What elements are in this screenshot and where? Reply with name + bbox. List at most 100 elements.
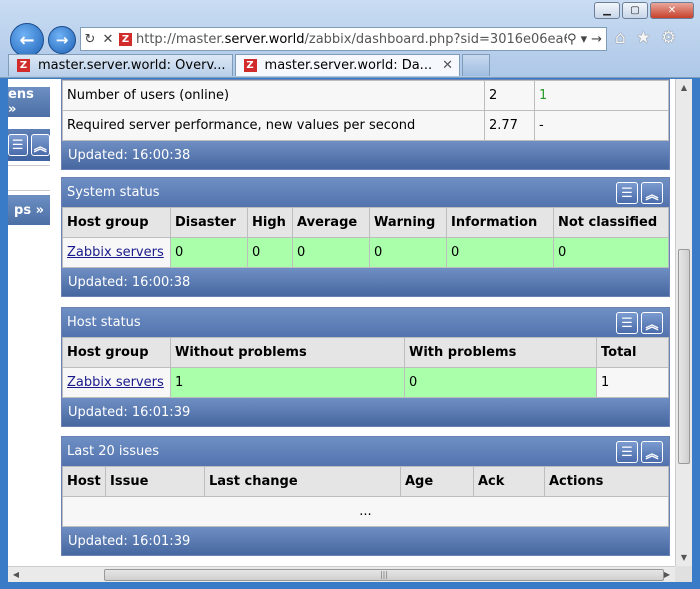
collapse-icon[interactable]: ︽ — [641, 182, 663, 204]
column-header: Age — [400, 466, 474, 497]
info-extra: 1 — [534, 80, 669, 111]
table-row: Number of users (online) 2 1 — [62, 80, 669, 111]
column-header: Warning — [369, 207, 447, 238]
widget-header: Last 20 issues ☰ ︽ — [62, 437, 669, 466]
widget-title: Last 20 issues — [67, 444, 160, 459]
toolbar-icons: ⌂ ★ ⚙ — [615, 28, 676, 48]
home-icon[interactable]: ⌂ — [615, 28, 626, 48]
tab-label: master.server.world: Da... — [264, 58, 433, 73]
last-issues-table: Host Issue Last change Age Ack Actions .… — [62, 466, 669, 527]
vertical-scroll-thumb[interactable] — [678, 249, 690, 464]
system-status-widget: System status ☰ ︽ Host group Disaster Hi… — [61, 177, 670, 297]
sidebar-tab-label: ens » — [8, 87, 34, 117]
horizontal-scrollbar[interactable]: ◀ ||| ▶ — [8, 566, 675, 582]
host-group-cell: Zabbix servers — [62, 367, 171, 398]
column-header: Average — [292, 207, 370, 238]
high-count: 0 — [247, 237, 293, 268]
table-row: Zabbix servers 1 0 1 — [62, 367, 669, 398]
scroll-down-arrow-icon[interactable]: ▼ — [676, 549, 692, 566]
url-prefix: http://master. — [136, 31, 225, 47]
menu-icon[interactable]: ☰ — [8, 134, 28, 156]
widget-title: Host status — [67, 315, 141, 330]
column-header: Ack — [473, 466, 545, 497]
zabbix-favicon: Z — [17, 59, 30, 72]
column-header: Host group — [62, 337, 171, 368]
last-issues-widget: Last 20 issues ☰ ︽ Host Issue Last chang… — [61, 436, 670, 556]
scrollbar-corner — [675, 566, 692, 582]
tab-dashboard[interactable]: Z master.server.world: Da... ✕ — [234, 54, 460, 76]
widget-footer: Updated: 16:01:39 — [62, 527, 669, 555]
forward-button[interactable]: → — [48, 26, 76, 54]
collapse-icon[interactable]: ︽ — [641, 312, 663, 334]
settings-gear-icon[interactable]: ⚙ — [661, 28, 676, 48]
widget-header: System status ☰ ︽ — [62, 178, 669, 207]
column-header: Without problems — [170, 337, 405, 368]
sidebar-tab-maps[interactable]: ps » — [8, 195, 50, 225]
column-header: With problems — [404, 337, 597, 368]
table-header-row: Host group Without problems With problem… — [62, 337, 669, 368]
url-host: server.world — [224, 31, 305, 47]
host-group-link[interactable]: Zabbix servers — [67, 245, 164, 260]
menu-icon[interactable]: ☰ — [616, 312, 638, 334]
system-status-table: Host group Disaster High Average Warning… — [62, 207, 669, 268]
favorites-star-icon[interactable]: ★ — [636, 28, 651, 48]
search-icon[interactable]: ⚲ — [567, 32, 577, 47]
column-header: Information — [446, 207, 554, 238]
total-count: 1 — [596, 367, 669, 398]
with-problems-count: 0 — [404, 367, 597, 398]
sidebar-tab-label: ps » — [14, 202, 44, 218]
column-header: Total — [596, 337, 669, 368]
updated-text: Updated: 16:00:38 — [68, 147, 191, 163]
stop-icon[interactable]: ✕ — [99, 32, 117, 47]
minimize-button[interactable]: ▁ — [594, 2, 620, 19]
address-bar[interactable]: ↻ ✕ Z http://master.server.world/zabbix/… — [80, 27, 607, 51]
new-tab-button[interactable] — [462, 54, 490, 76]
refresh-icon[interactable]: ↻ — [81, 32, 99, 47]
vertical-scrollbar[interactable]: ▲ ▼ — [675, 79, 692, 566]
column-header: Not classified — [553, 207, 669, 238]
widget-title: System status — [67, 185, 160, 200]
menu-icon[interactable]: ☰ — [616, 182, 638, 204]
info-value: 2.77 — [484, 110, 535, 141]
not-classified-count: 0 — [553, 237, 669, 268]
back-button[interactable]: ← — [10, 23, 44, 57]
url-text[interactable]: http://master.server.world/zabbix/dashbo… — [136, 32, 567, 47]
widget-footer: Updated: 16:00:38 — [62, 268, 669, 296]
close-window-button[interactable]: ✕ — [650, 2, 694, 19]
sidebar-tab-screens[interactable]: ens » — [8, 87, 50, 117]
column-header: Disaster — [170, 207, 248, 238]
scroll-up-arrow-icon[interactable]: ▲ — [676, 79, 692, 96]
table-row: ... — [62, 496, 669, 527]
widget-controls: ☰ ︽ — [616, 182, 663, 204]
go-icon[interactable]: → — [591, 32, 602, 47]
scroll-right-arrow-icon[interactable]: ▶ — [659, 567, 675, 583]
menu-icon[interactable]: ☰ — [616, 441, 638, 463]
collapse-icon[interactable]: ︽ — [30, 134, 50, 156]
info-value: 2 — [484, 80, 535, 111]
host-group-cell: Zabbix servers — [62, 237, 171, 268]
tab-strip: Z master.server.world: Overv... Z master… — [8, 54, 490, 76]
table-header-row: Host group Disaster High Average Warning… — [62, 207, 669, 238]
maximize-button[interactable]: ▢ — [622, 2, 648, 19]
tab-overview[interactable]: Z master.server.world: Overv... — [8, 54, 233, 76]
info-extra: - — [534, 110, 669, 141]
host-status-widget: Host status ☰ ︽ Host group Without probl… — [61, 307, 670, 427]
arrow-left-icon: ← — [19, 29, 35, 51]
table-row: Required server performance, new values … — [62, 110, 669, 141]
column-header: Last change — [204, 466, 401, 497]
without-problems-count: 1 — [170, 367, 405, 398]
host-group-link[interactable]: Zabbix servers — [67, 375, 164, 390]
collapse-icon[interactable]: ︽ — [641, 441, 663, 463]
updated-text: Updated: 16:01:39 — [68, 533, 191, 549]
column-header: Actions — [544, 466, 669, 497]
url-path: /zabbix/dashboard.php?sid=3016e06ea668d — [304, 31, 568, 47]
widget-controls: ☰ ︽ — [616, 441, 663, 463]
scroll-left-arrow-icon[interactable]: ◀ — [8, 567, 24, 583]
dropdown-icon[interactable]: ▾ — [581, 32, 588, 47]
widget-controls: ☰ ︽ — [616, 312, 663, 334]
server-info-widget: Number of users (online) 2 1 Required se… — [61, 79, 670, 170]
close-tab-icon[interactable]: ✕ — [442, 58, 453, 73]
horizontal-scroll-thumb[interactable]: ||| — [104, 569, 664, 581]
widget-footer: Updated: 16:01:39 — [62, 398, 669, 426]
zabbix-favicon: Z — [243, 59, 257, 72]
